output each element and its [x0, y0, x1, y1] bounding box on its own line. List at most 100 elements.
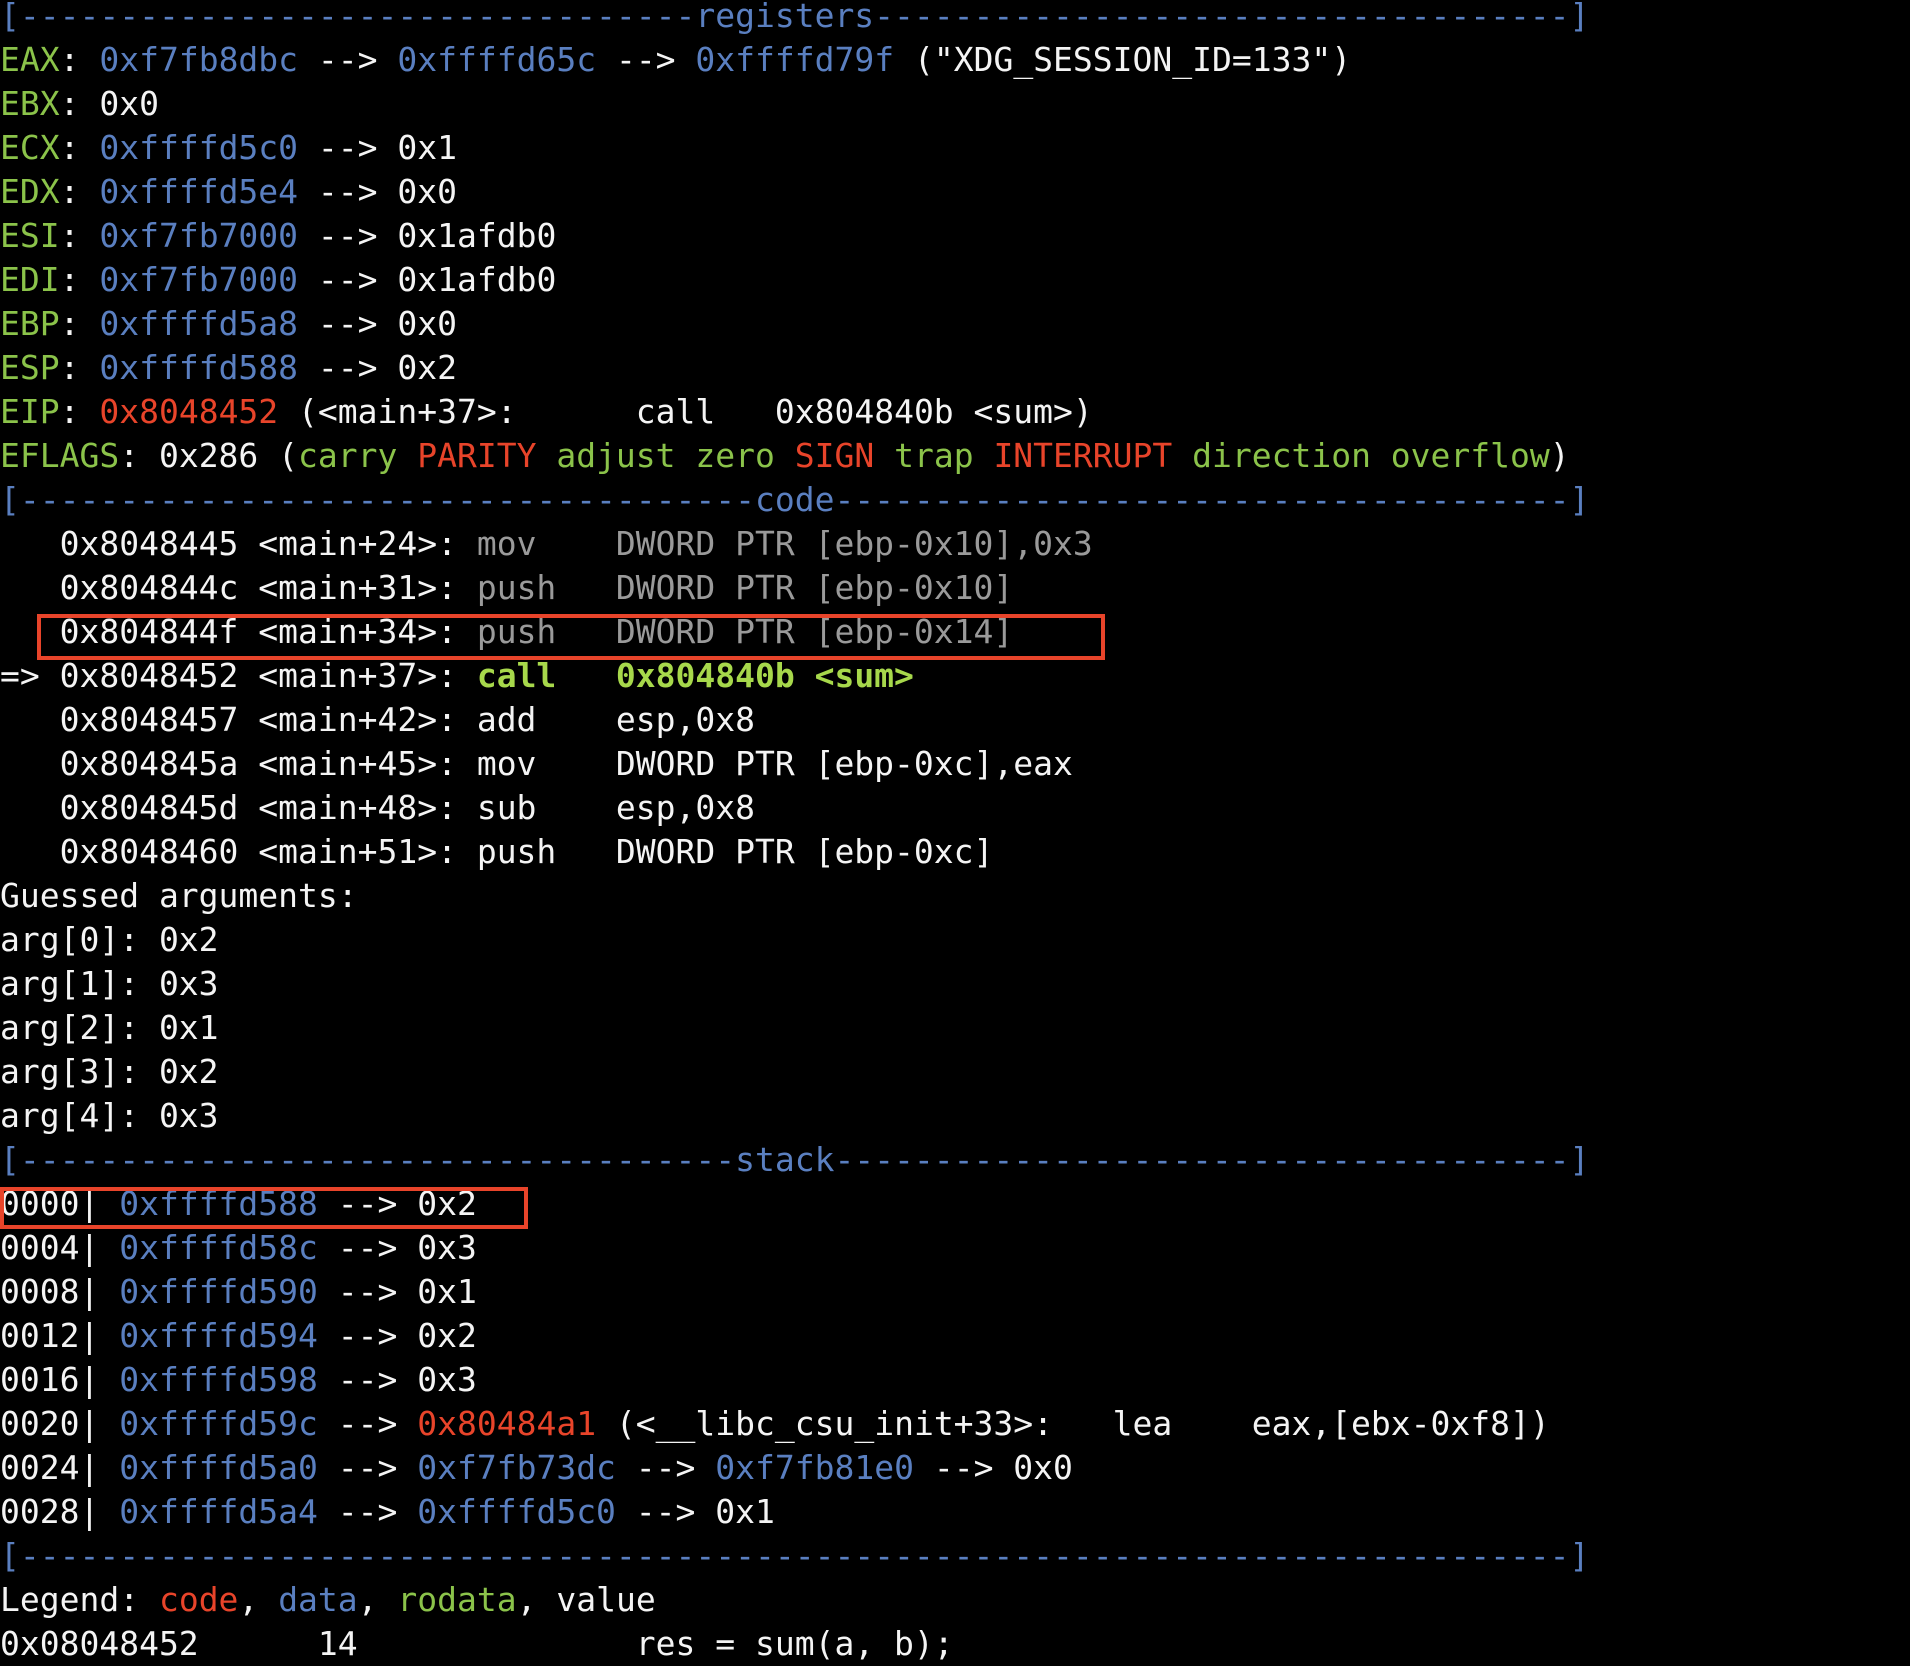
code-separator: [-------------------------------------co… — [0, 478, 1589, 522]
source-line: 0x08048452 14 res = sum(a, b); — [0, 1622, 954, 1666]
register-eip-segment: : — [59, 392, 100, 431]
stack-entry-0008-segment: 0xffffd590 — [119, 1272, 318, 1311]
stack-entry-0024-segment: --> — [615, 1448, 716, 1487]
stack-entry-0020-segment: 0xffffd59c — [119, 1404, 318, 1443]
register-esp: ESP: 0xffffd588 --> 0x2 — [0, 346, 457, 390]
stack-entry-0012-segment: 0xffffd594 — [119, 1316, 318, 1355]
register-eflags: EFLAGS: 0x286 (carry PARITY adjust zero … — [0, 434, 1570, 478]
register-eax-segment: : — [59, 40, 100, 79]
register-edx: EDX: 0xffffd5e4 --> 0x0 — [0, 170, 457, 214]
stack-entry-0028-segment: 0xffffd5c0 — [417, 1492, 616, 1531]
code-line-main45: 0x804845a <main+45>: mov DWORD PTR [ebp-… — [0, 742, 1073, 786]
register-eflags-segment: carry — [298, 436, 418, 475]
code-line-main31: 0x804844c <main+31>: push DWORD PTR [ebp… — [0, 566, 1014, 610]
register-ecx-segment: 0xffffd5c0 — [99, 128, 299, 167]
register-eflags-segment: PARITY — [417, 436, 557, 475]
stack-entry-0024-segment: 0xffffd5a0 — [119, 1448, 318, 1487]
register-ebp-segment: : — [59, 304, 100, 343]
register-esp-segment: --> 0x2 — [298, 348, 457, 387]
register-eax-segment: --> — [298, 40, 398, 79]
register-eflags-segment: SIGN — [794, 436, 895, 475]
code-line-main34-segment: push DWORD PTR [ebp-0x14] — [476, 612, 1014, 651]
register-edx-segment: --> 0x0 — [298, 172, 457, 211]
stack-entry-0028-segment: 0028| — [0, 1492, 120, 1531]
code-line-main34-segment: 0x804844f <main+34>: — [0, 612, 477, 651]
argument-3: arg[3]: 0x2 — [0, 1050, 219, 1094]
register-esp-segment: 0xffffd588 — [99, 348, 299, 387]
register-esi: ESI: 0xf7fb7000 --> 0x1afdb0 — [0, 214, 556, 258]
guessed-arguments-heading-segment: Guessed arguments: — [0, 876, 358, 915]
register-eflags-segment: INTERRUPT — [993, 436, 1193, 475]
register-esi-segment: : — [59, 216, 100, 255]
code-line-main37-current: => 0x8048452 <main+37>: call 0x804840b <… — [0, 654, 914, 698]
register-edx-segment: 0xffffd5e4 — [99, 172, 299, 211]
code-line-main24: 0x8048445 <main+24>: mov DWORD PTR [ebp-… — [0, 522, 1093, 566]
register-ebp-segment: --> 0x0 — [298, 304, 457, 343]
register-edi-segment: EDI — [0, 260, 60, 299]
stack-entry-0020-segment: 0x80484a1 — [417, 1404, 597, 1443]
legend-line-segment: rodata — [397, 1580, 517, 1619]
register-ecx: ECX: 0xffffd5c0 --> 0x1 — [0, 126, 457, 170]
register-eip-segment: 0x8048452 — [99, 392, 279, 431]
register-edi-segment: 0xf7fb7000 — [99, 260, 299, 299]
stack-entry-0024-segment: --> 0x0 — [913, 1448, 1073, 1487]
register-esp-segment: : — [59, 348, 100, 387]
stack-entry-0012-segment: 0012| — [0, 1316, 120, 1355]
stack-entry-0004-segment: 0004| — [0, 1228, 120, 1267]
code-line-main31-segment: push DWORD PTR [ebp-0x10] — [476, 568, 1014, 607]
bottom-separator: [---------------------------------------… — [0, 1534, 1589, 1578]
register-eax-segment: EAX — [0, 40, 60, 79]
stack-entry-0004-segment: 0xffffd58c — [119, 1228, 318, 1267]
code-line-main48: 0x804845d <main+48>: sub esp,0x8 — [0, 786, 755, 830]
register-eax-segment: --> — [596, 40, 696, 79]
argument-0-segment: arg[0]: 0x2 — [0, 920, 219, 959]
legend-line-segment: , — [357, 1580, 398, 1619]
register-esi-segment: --> 0x1afdb0 — [298, 216, 557, 255]
stack-entry-0000-segment: 0000| — [0, 1184, 120, 1223]
register-ebx-segment: : 0x0 — [59, 84, 159, 123]
code-line-main34: 0x804844f <main+34>: push DWORD PTR [ebp… — [0, 610, 1014, 654]
stack-entry-0016-segment: --> 0x3 — [317, 1360, 477, 1399]
legend-line-segment: code — [158, 1580, 239, 1619]
argument-2: arg[2]: 0x1 — [0, 1006, 219, 1050]
stack-entry-0020: 0020| 0xffffd59c --> 0x80484a1 (<__libc_… — [0, 1402, 1550, 1446]
code-separator-segment: [-------------------------------------co… — [0, 480, 1590, 519]
legend-line-segment: , — [238, 1580, 279, 1619]
register-eflags-segment: ) — [1549, 436, 1570, 475]
stack-entry-0024-segment: 0xf7fb73dc — [417, 1448, 616, 1487]
code-line-main45-segment: 0x804845a <main+45>: mov DWORD PTR [ebp-… — [0, 744, 1073, 783]
stack-entry-0004: 0004| 0xffffd58c --> 0x3 — [0, 1226, 477, 1270]
stack-entry-0024-segment: 0xf7fb81e0 — [715, 1448, 914, 1487]
stack-entry-0000: 0000| 0xffffd588 --> 0x2 — [0, 1182, 477, 1226]
argument-1-segment: arg[1]: 0x3 — [0, 964, 219, 1003]
stack-separator-segment: [------------------------------------sta… — [0, 1140, 1590, 1179]
register-eflags-segment: EFLAGS — [0, 436, 120, 475]
stack-entry-0020-segment: --> — [317, 1404, 418, 1443]
stack-entry-0016: 0016| 0xffffd598 --> 0x3 — [0, 1358, 477, 1402]
stack-entry-0016-segment: 0xffffd598 — [119, 1360, 318, 1399]
register-ebx: EBX: 0x0 — [0, 82, 159, 126]
registers-separator-segment: [----------------------------------regis… — [0, 0, 1590, 35]
argument-3-segment: arg[3]: 0x2 — [0, 1052, 219, 1091]
argument-1: arg[1]: 0x3 — [0, 962, 219, 1006]
stack-entry-0020-segment: 0020| — [0, 1404, 120, 1443]
stack-entry-0024: 0024| 0xffffd5a0 --> 0xf7fb73dc --> 0xf7… — [0, 1446, 1073, 1490]
stack-entry-0012-segment: --> 0x2 — [317, 1316, 477, 1355]
register-ebp: EBP: 0xffffd5a8 --> 0x0 — [0, 302, 457, 346]
guessed-arguments-heading: Guessed arguments: — [0, 874, 358, 918]
register-edi: EDI: 0xf7fb7000 --> 0x1afdb0 — [0, 258, 556, 302]
register-ecx-segment: --> 0x1 — [298, 128, 457, 167]
register-eax-segment: 0xf7fb8dbc — [99, 40, 299, 79]
register-edi-segment: --> 0x1afdb0 — [298, 260, 557, 299]
registers-separator: [----------------------------------regis… — [0, 0, 1589, 38]
code-line-main24-segment: 0x8048445 <main+24>: — [0, 524, 477, 563]
stack-entry-0008-segment: --> 0x1 — [317, 1272, 477, 1311]
argument-4: arg[4]: 0x3 — [0, 1094, 219, 1138]
register-eflags-segment: adjust zero — [556, 436, 795, 475]
code-line-main51: 0x8048460 <main+51>: push DWORD PTR [ebp… — [0, 830, 994, 874]
register-esi-segment: 0xf7fb7000 — [99, 216, 299, 255]
register-ebp-segment: EBP — [0, 304, 60, 343]
register-eflags-segment: direction overflow — [1192, 436, 1550, 475]
stack-entry-0024-segment: 0024| — [0, 1448, 120, 1487]
source-line-segment: 0x08048452 14 res = sum(a, b); — [0, 1624, 954, 1663]
